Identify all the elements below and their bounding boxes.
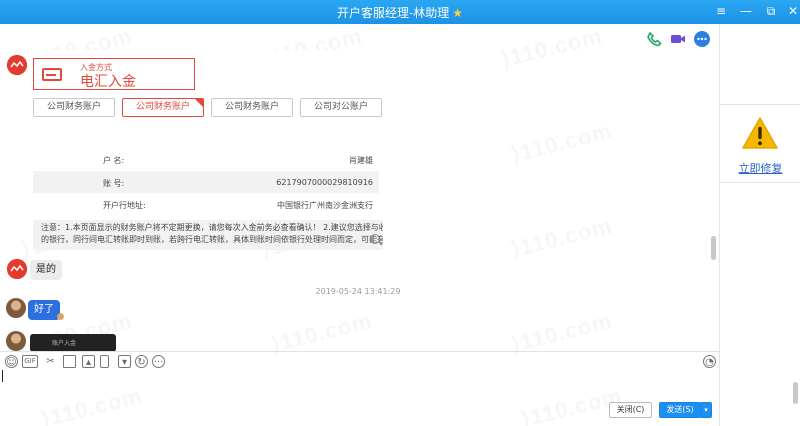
star-icon: ★ (452, 6, 464, 20)
brand-logo-icon (7, 55, 27, 75)
account-tab[interactable]: 公司财务账户 (211, 98, 293, 117)
video-icon[interactable] (669, 30, 687, 48)
account-tab[interactable]: 公司财务账户 (33, 98, 115, 117)
fix-now-link[interactable]: 立即修复 (720, 160, 800, 176)
deposit-notice: 注意：1.本页面显示的财务账户将不定期更换，请您每次入金前务必查看确认！ 2.建… (33, 220, 383, 250)
send-options-button[interactable]: ▾ (700, 402, 712, 418)
user-avatar[interactable] (6, 331, 26, 351)
minimize-button[interactable]: — (738, 3, 754, 19)
read-receipt-icon (57, 313, 64, 320)
message-input[interactable] (0, 368, 719, 398)
account-name-row: 户 名: 肖建雄 (33, 148, 379, 170)
bank-address-row: 开户行地址: 中国银行广州南沙金洲支行 (33, 193, 379, 215)
panel-divider (720, 104, 800, 105)
scissors-icon[interactable]: ✂ (44, 355, 57, 368)
composer-divider (0, 351, 719, 352)
bank-address-label: 开户行地址: (103, 201, 146, 210)
close-button[interactable]: 关闭(C) (609, 402, 652, 418)
brand-logo-icon (7, 259, 27, 279)
bank-card-icon (42, 68, 62, 81)
watermark-logo: ⟩110.com (508, 117, 615, 168)
more-options-icon[interactable]: ··· (152, 355, 165, 368)
deposit-method-value: 电汇入金 (80, 74, 136, 90)
document-icon[interactable]: ▾ (118, 355, 131, 368)
user-avatar[interactable] (6, 298, 26, 318)
folder-icon[interactable] (63, 355, 76, 368)
panel-scrollbar[interactable] (793, 382, 798, 404)
account-tab[interactable]: 公司对公账户 (300, 98, 382, 117)
agent-avatar[interactable] (7, 259, 27, 279)
more-icon[interactable] (693, 30, 711, 48)
deposit-info-card: 入金方式 电汇入金 公司财务账户 公司财务账户 公司财务账户 公司对公账户 户 … (29, 50, 383, 250)
agent-message-bubble[interactable]: 是的 (30, 260, 62, 280)
account-name-value: 肖建雄 (349, 156, 373, 165)
watermark-logo: ⟩110.com (498, 22, 605, 73)
menu-button[interactable]: ≡ (713, 3, 729, 19)
history-icon[interactable]: ↻ (135, 355, 148, 368)
close-window-button[interactable]: ✕ (785, 3, 800, 19)
clock-icon[interactable]: ◔ (703, 355, 716, 368)
chat-scrollbar[interactable] (711, 236, 716, 260)
gif-icon[interactable]: GIF (22, 355, 38, 368)
notice-line: 的银行，同行间电汇转账即时到账，若跨行电汇转账，具体到账时间依银行处理时间而定，… (41, 235, 383, 244)
side-panel: 立即修复 (719, 24, 800, 426)
watermark-logo: ⟩110.com (508, 212, 615, 263)
message-timestamp: 2019-05-24 13:41:29 (315, 287, 401, 296)
image-icon[interactable]: ▴ (82, 355, 95, 368)
restore-button[interactable]: ⧉ (763, 3, 779, 19)
preview-header-text: 账户入金 (52, 341, 77, 347)
agent-avatar[interactable] (7, 55, 27, 75)
user-message-bubble[interactable]: 好了 (28, 300, 60, 320)
account-number-row: 账 号: 6217907000029810916 (33, 171, 379, 193)
account-name-label: 户 名: (103, 156, 125, 165)
deposit-method-box: 入金方式 电汇入金 (33, 58, 195, 90)
emoji-icon[interactable]: ☺ (5, 355, 18, 368)
image-message-preview[interactable]: 账户入金 (30, 334, 116, 352)
contact-name: 开户客服经理-林助理 (336, 6, 450, 20)
account-number-label: 账 号: (103, 179, 125, 188)
title-bar: 开户客服经理-林助理 ★ ≡ — ⧉ ✕ (0, 0, 800, 24)
account-tab-active[interactable]: 公司财务账户 (122, 98, 204, 117)
notice-line: 注意：1.本页面显示的财务账户将不定期更换，请您每次入金前务必查看确认！ 2.建… (41, 223, 383, 232)
panel-divider (720, 182, 800, 183)
phone-icon[interactable] (645, 30, 663, 48)
window-title: 开户客服经理-林助理 ★ (0, 4, 800, 21)
warning-icon (742, 117, 778, 149)
zoom-icon[interactable] (370, 234, 380, 244)
bank-address-value: 中国银行广州南沙金洲支行 (277, 201, 373, 210)
account-number-value: 6217907000029810916 (276, 178, 373, 187)
send-button[interactable]: 发送(S) (659, 402, 701, 418)
phone-screen-icon[interactable] (100, 355, 109, 368)
